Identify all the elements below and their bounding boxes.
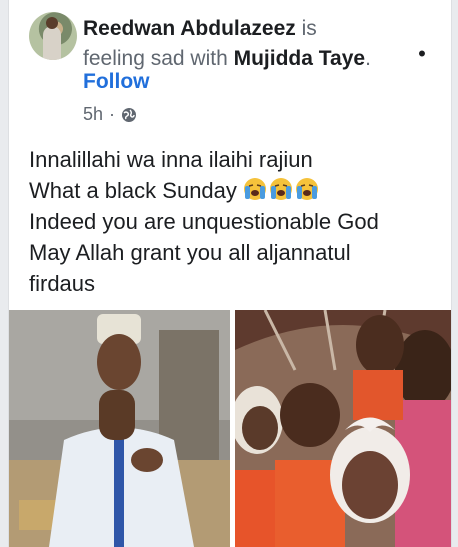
photo-man[interactable] <box>9 310 230 547</box>
post-headline: Reedwan Abdulazeez is feeling sad with M… <box>83 14 438 74</box>
loudly-crying-face-icon <box>270 178 293 200</box>
post-meta: 5h · <box>83 104 137 125</box>
loudly-crying-face-icon <box>244 178 267 200</box>
follow-button[interactable]: Follow <box>83 70 150 94</box>
post-time[interactable]: 5h <box>83 104 103 125</box>
post-line-3: Indeed you are unquestionable God <box>29 209 379 234</box>
post-line-1: Innalillahi wa inna ilaihi rajiun <box>29 147 313 172</box>
globe-icon <box>122 107 137 122</box>
post-line-5: firdaus <box>29 271 96 296</box>
post-line-2: What a black Sunday <box>29 178 237 203</box>
photo-man-art <box>9 310 230 547</box>
tagged-user[interactable]: Mujidda Taye <box>234 47 365 70</box>
period: . <box>365 47 371 70</box>
avatar-head <box>46 17 58 29</box>
avatar-figure <box>43 26 61 60</box>
photo-family[interactable] <box>235 310 451 547</box>
post-line-2-wrap: What a black Sunday <box>29 175 439 206</box>
more-dots-icon[interactable]: • <box>415 43 429 65</box>
meta-separator: · <box>109 104 116 124</box>
post-line-4: May Allah grant you all aljannatul <box>29 240 351 265</box>
photo-family-art <box>235 310 451 547</box>
activity-feeling: feeling sad with <box>83 47 228 70</box>
post-header: Reedwan Abdulazeez is feeling sad with M… <box>9 0 451 136</box>
post-body: Innalillahi wa inna ilaihi rajiun What a… <box>29 144 439 299</box>
activity-is: is <box>301 17 317 40</box>
author-avatar[interactable] <box>29 12 77 60</box>
post-card: Reedwan Abdulazeez is feeling sad with M… <box>8 0 452 547</box>
author-name[interactable]: Reedwan Abdulazeez <box>83 17 296 40</box>
emoji-group <box>243 178 321 203</box>
loudly-crying-face-icon <box>296 178 319 200</box>
